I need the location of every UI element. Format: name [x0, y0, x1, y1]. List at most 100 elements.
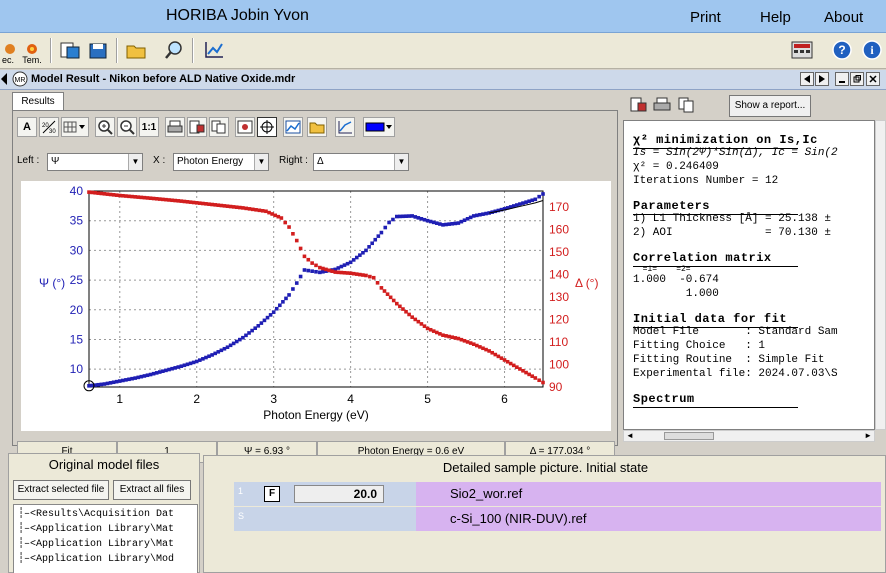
- report-vertical-scrollbar[interactable]: [875, 120, 886, 430]
- chevron-down-icon: ▼: [254, 154, 268, 170]
- open-folder-button[interactable]: [122, 37, 150, 63]
- info-icon: i: [862, 40, 882, 60]
- psi-data-point: [213, 351, 217, 356]
- template-button[interactable]: Tem.: [18, 37, 46, 65]
- scale-button[interactable]: 20 30: [39, 117, 59, 137]
- graph-button[interactable]: [200, 37, 228, 63]
- delta-data-point: [219, 203, 224, 208]
- substrate-index: S: [238, 511, 245, 521]
- delta-data-point: [444, 334, 448, 338]
- delta-data-point: [379, 286, 384, 290]
- substrate-material[interactable]: c-Si_100 (NIR-DUV).ref: [416, 507, 881, 531]
- psi-data-point: [108, 381, 113, 385]
- delta-data-point: [398, 304, 402, 309]
- ratio-button[interactable]: 1:1: [139, 117, 159, 137]
- scroll-thumb[interactable]: [664, 432, 714, 440]
- delta-data-point: [314, 263, 318, 268]
- psi-data-point: [201, 357, 205, 361]
- plot-view-button[interactable]: [283, 117, 303, 137]
- show-report-button[interactable]: Show a report...: [729, 95, 811, 117]
- tab-results[interactable]: Results: [12, 92, 64, 110]
- layer-thickness-input[interactable]: 20.0: [294, 485, 384, 503]
- tree-item[interactable]: ┆–<Application Library\Mat: [18, 538, 174, 550]
- delta-data-point: [375, 281, 380, 285]
- report-horizontal-scrollbar[interactable]: ◄ ►: [623, 430, 875, 442]
- import-button[interactable]: [56, 37, 84, 63]
- prev-window-button[interactable]: [800, 72, 814, 86]
- zoom-out-button[interactable]: [117, 117, 137, 137]
- extract-selected-button[interactable]: Extract selected file: [13, 480, 109, 500]
- psi-data-point: [102, 382, 107, 386]
- delta-data-point: [283, 220, 288, 225]
- delta-data-point: [339, 270, 344, 275]
- menu-help[interactable]: Help: [760, 9, 791, 26]
- save-button[interactable]: [84, 37, 112, 63]
- printer-icon: [167, 120, 183, 133]
- print-preview-report-button[interactable]: [627, 95, 649, 115]
- report-text[interactable]: χ² minimization on Is,Ic Is = Sin(2Ψ)*Sin…: [623, 120, 875, 430]
- psi-data-point: [161, 369, 165, 374]
- svg-text:?: ?: [838, 43, 845, 57]
- text-tool-button[interactable]: A: [17, 117, 37, 137]
- layer-1-material[interactable]: Sio2_wor.ref: [416, 482, 881, 506]
- folder-plot-button[interactable]: [307, 117, 327, 137]
- minimize-button[interactable]: [835, 72, 849, 86]
- model-file-tree[interactable]: ┆–<Results\Acquisition Dat ┆–<Applicatio…: [13, 504, 198, 573]
- zoom-in-button[interactable]: [95, 117, 115, 137]
- zoom-search-button[interactable]: [160, 37, 188, 63]
- next-window-button[interactable]: [815, 72, 829, 86]
- extract-all-button[interactable]: Extract all files: [113, 480, 191, 500]
- calculator-button[interactable]: [788, 37, 816, 63]
- psi-delta-chart[interactable]: 1 2 3 4 5 6 10 15 20 25 30 35 40 90 100 110 120 130 140 150…: [21, 181, 611, 431]
- menu-print[interactable]: Print: [690, 9, 721, 26]
- toolbar-separator: [50, 38, 52, 63]
- substrate-row[interactable]: S: [234, 507, 416, 531]
- copy-report-button[interactable]: [675, 95, 697, 115]
- delta-data-point: [422, 324, 427, 328]
- print-preview-button[interactable]: [187, 117, 207, 137]
- tree-item[interactable]: ┆–<Application Library\Mat: [18, 523, 174, 535]
- scroll-right-icon[interactable]: ►: [864, 431, 872, 440]
- delta-data-point: [462, 339, 467, 343]
- report-panel: Show a report... χ² minimization on Is,I…: [623, 92, 886, 446]
- graph-edit-button[interactable]: [335, 117, 355, 137]
- left-arrow-icon[interactable]: [0, 72, 8, 86]
- right-axis-select[interactable]: Δ ▼: [313, 153, 409, 171]
- fit-flag-checkbox[interactable]: F: [264, 486, 280, 502]
- info-button[interactable]: i: [858, 37, 886, 63]
- export-image-button[interactable]: [235, 117, 255, 137]
- x-axis-select[interactable]: Photon Energy ▼: [173, 153, 269, 171]
- psi-data-point: [379, 230, 384, 235]
- print-plot-button[interactable]: [165, 117, 185, 137]
- restore-button[interactable]: [850, 72, 864, 86]
- left-axis-select[interactable]: Ψ ▼: [47, 153, 143, 171]
- right-arrow-icon: [819, 75, 825, 83]
- delta-data-point: [321, 266, 325, 271]
- chart-canvas[interactable]: 1 2 3 4 5 6 10 15 20 25 30 35 40 90 100 110 120 130 140 150…: [21, 181, 611, 431]
- help-button[interactable]: ?: [828, 37, 856, 63]
- close-icon: [869, 75, 877, 83]
- menu-about[interactable]: About: [824, 9, 863, 26]
- layer-1-row[interactable]: 1 F 20.0: [234, 482, 416, 506]
- zoom-in-icon: [98, 120, 113, 135]
- psi-data-point: [342, 263, 347, 267]
- psi-data-point: [447, 222, 451, 226]
- tree-item[interactable]: ┆–<Application Library\Mod: [18, 553, 174, 565]
- scroll-left-icon[interactable]: ◄: [626, 431, 634, 440]
- crosshair-button[interactable]: [257, 117, 277, 137]
- close-button[interactable]: [866, 72, 880, 86]
- delta-data-point: [114, 193, 119, 197]
- copy-plot-button[interactable]: [209, 117, 229, 137]
- delta-data-point: [244, 206, 248, 211]
- print-report-button[interactable]: [651, 95, 673, 115]
- grid-dropdown[interactable]: [61, 117, 89, 137]
- tree-item[interactable]: ┆–<Results\Acquisition Dat: [18, 508, 174, 520]
- color-dropdown[interactable]: [363, 117, 395, 137]
- results-panel: Results A 20 30 1:1 Left : Ψ ▼ X : Photo…: [8, 92, 618, 463]
- psi-data-point: [413, 215, 418, 219]
- psi-data-point: [373, 237, 378, 242]
- delta-data-point: [468, 341, 473, 345]
- psi-data-point: [336, 266, 341, 270]
- psi-data-point: [302, 268, 307, 272]
- graph-icon: [205, 42, 223, 58]
